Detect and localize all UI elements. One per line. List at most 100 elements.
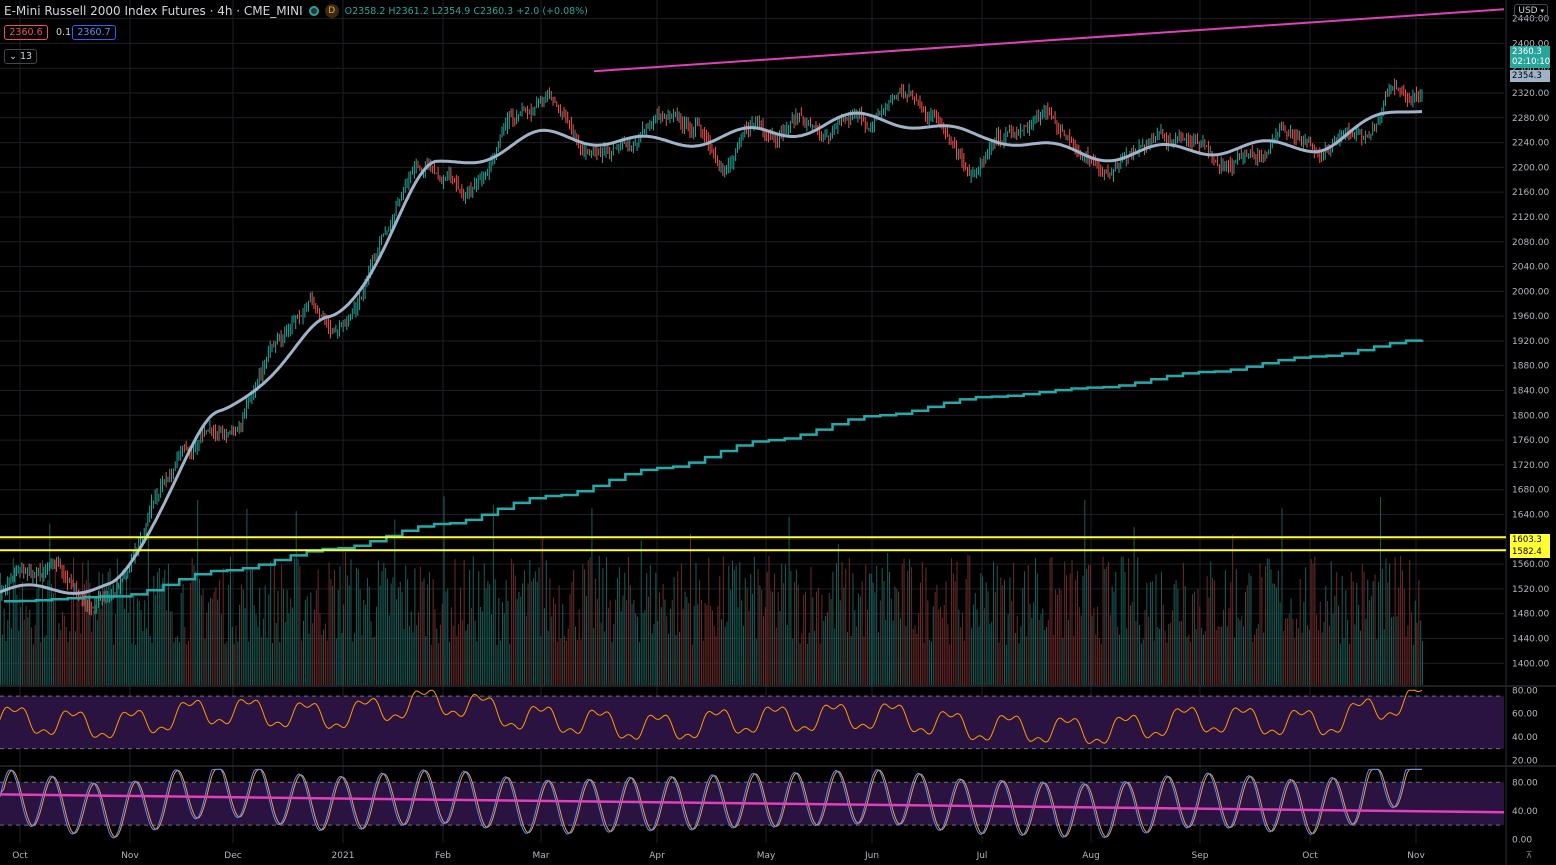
volume-bar: [576, 640, 578, 685]
volume-bar: [843, 587, 845, 685]
volume-bar: [1003, 579, 1005, 685]
volume-bar: [240, 584, 242, 685]
volume-bar: [408, 626, 410, 685]
volume-bar: [669, 608, 671, 685]
volume-bar: [76, 598, 78, 685]
volume-bar: [773, 573, 775, 685]
volume-bar: [1401, 570, 1403, 685]
chart-canvas[interactable]: 2440.002400.002360.002320.002280.002240.…: [0, 0, 1556, 865]
price-tick-label: 2000.00: [1512, 287, 1549, 297]
volume-bar: [1095, 634, 1097, 685]
volume-bar: [1341, 575, 1343, 685]
volume-bar: [372, 637, 374, 685]
stochastic-pane[interactable]: [0, 768, 1505, 839]
volume-bar: [230, 556, 232, 685]
volume-bar: [312, 623, 314, 685]
time-axis[interactable]: Oct Nov Dec 2021 Feb Mar Apr May Jun Jul Aug Sep Oct…: [12, 851, 1532, 861]
volume-bar: [189, 582, 191, 685]
symbol-title[interactable]: E-Mini Russell 2000 Index Futures · 4h ·…: [4, 4, 303, 18]
volume-bar: [21, 581, 23, 685]
price-tick-label: 2040.00: [1512, 263, 1549, 273]
volume-bar: [1325, 585, 1327, 685]
volume-bar: [1014, 632, 1016, 685]
volume-bar: [863, 636, 865, 685]
volume-bar: [542, 536, 544, 685]
volume-bar: [836, 563, 838, 685]
volume-bar: [100, 608, 102, 685]
volume-bar: [242, 589, 244, 685]
volume-bar: [271, 643, 273, 685]
volume-bar: [850, 635, 852, 685]
volume-bar: [580, 639, 582, 685]
volume-bar: [868, 573, 870, 685]
volume-bar: [438, 643, 440, 685]
volume-bar: [206, 612, 208, 685]
volume-bar: [160, 584, 162, 685]
volume-bar: [0, 572, 1, 685]
volume-bar: [1228, 608, 1230, 685]
volume-bar: [1082, 575, 1084, 685]
volume-bar: [980, 573, 982, 685]
volume-bar: [281, 564, 283, 685]
volume-bar: [690, 534, 692, 685]
volume-bar: [777, 592, 779, 685]
volume-bar: [848, 558, 850, 685]
volume-bar: [1129, 605, 1131, 685]
volume-bar: [1018, 643, 1020, 685]
ohlc-values: O2358.2 H2361.2 L2354.9 C2360.3 +2.0 (+0…: [344, 5, 588, 17]
staircase-line: [4, 339, 1424, 603]
buy-button[interactable]: 2360.7: [72, 25, 116, 40]
price-axis[interactable]: 2440.002400.002360.002320.002280.002240.…: [1512, 15, 1549, 846]
volume-bar: [1319, 601, 1321, 685]
time-tick-label: Nov: [121, 851, 139, 861]
volume-bar: [531, 581, 533, 685]
volume-bar: [49, 523, 51, 685]
volume-bar: [202, 589, 204, 685]
volume-bar: [757, 569, 759, 685]
volume-bar: [248, 641, 250, 685]
volume-bar: [993, 561, 995, 685]
volume-bar: [974, 593, 976, 685]
volume-bar: [500, 640, 502, 685]
volume-bar: [1089, 564, 1091, 685]
volume-bar: [1392, 616, 1394, 685]
delayed-badge[interactable]: D: [324, 4, 339, 18]
volume-bar: [958, 609, 960, 685]
volume-bar: [118, 585, 120, 685]
volume-bar: [987, 591, 989, 685]
volume-bar: [764, 607, 766, 685]
volume-bar: [994, 591, 996, 685]
volume-bar: [649, 565, 651, 685]
volume-bar: [536, 581, 538, 685]
volume-bar: [996, 565, 998, 685]
volume-bar: [1348, 643, 1350, 685]
volume-bar: [197, 499, 199, 685]
volume-bar: [801, 633, 803, 685]
volume-bar: [1380, 496, 1382, 685]
sell-button[interactable]: 2360.6: [4, 25, 48, 40]
price-tick-label: 1520.00: [1512, 585, 1549, 595]
price-tick-label: 2280.00: [1512, 114, 1549, 124]
volume-bar: [204, 638, 206, 685]
volume-bar: [1131, 601, 1133, 685]
volume-bar: [1376, 639, 1378, 685]
volume-bar: [1215, 629, 1217, 685]
volume-bar: [1277, 570, 1279, 685]
rsi-pane[interactable]: [0, 689, 1504, 750]
volume-bar: [972, 604, 974, 685]
volume-bar: [825, 615, 827, 685]
volume-bar: [522, 583, 524, 685]
currency-select[interactable]: USD ▾: [1514, 4, 1548, 18]
volume-bar: [509, 643, 511, 685]
indicators-toggle[interactable]: ⌄ 13: [4, 49, 38, 64]
volume-bar: [1044, 629, 1046, 685]
volume-bar: [41, 560, 43, 685]
volume-bar: [1164, 630, 1166, 685]
rsi-tick-label: 80.00: [1512, 686, 1538, 696]
volume-bar: [717, 605, 719, 685]
volume-bar: [721, 619, 723, 685]
volume-bar: [151, 642, 153, 685]
volume-bar: [259, 587, 261, 685]
volume-bar: [1013, 562, 1015, 685]
volume-bar: [193, 565, 195, 685]
